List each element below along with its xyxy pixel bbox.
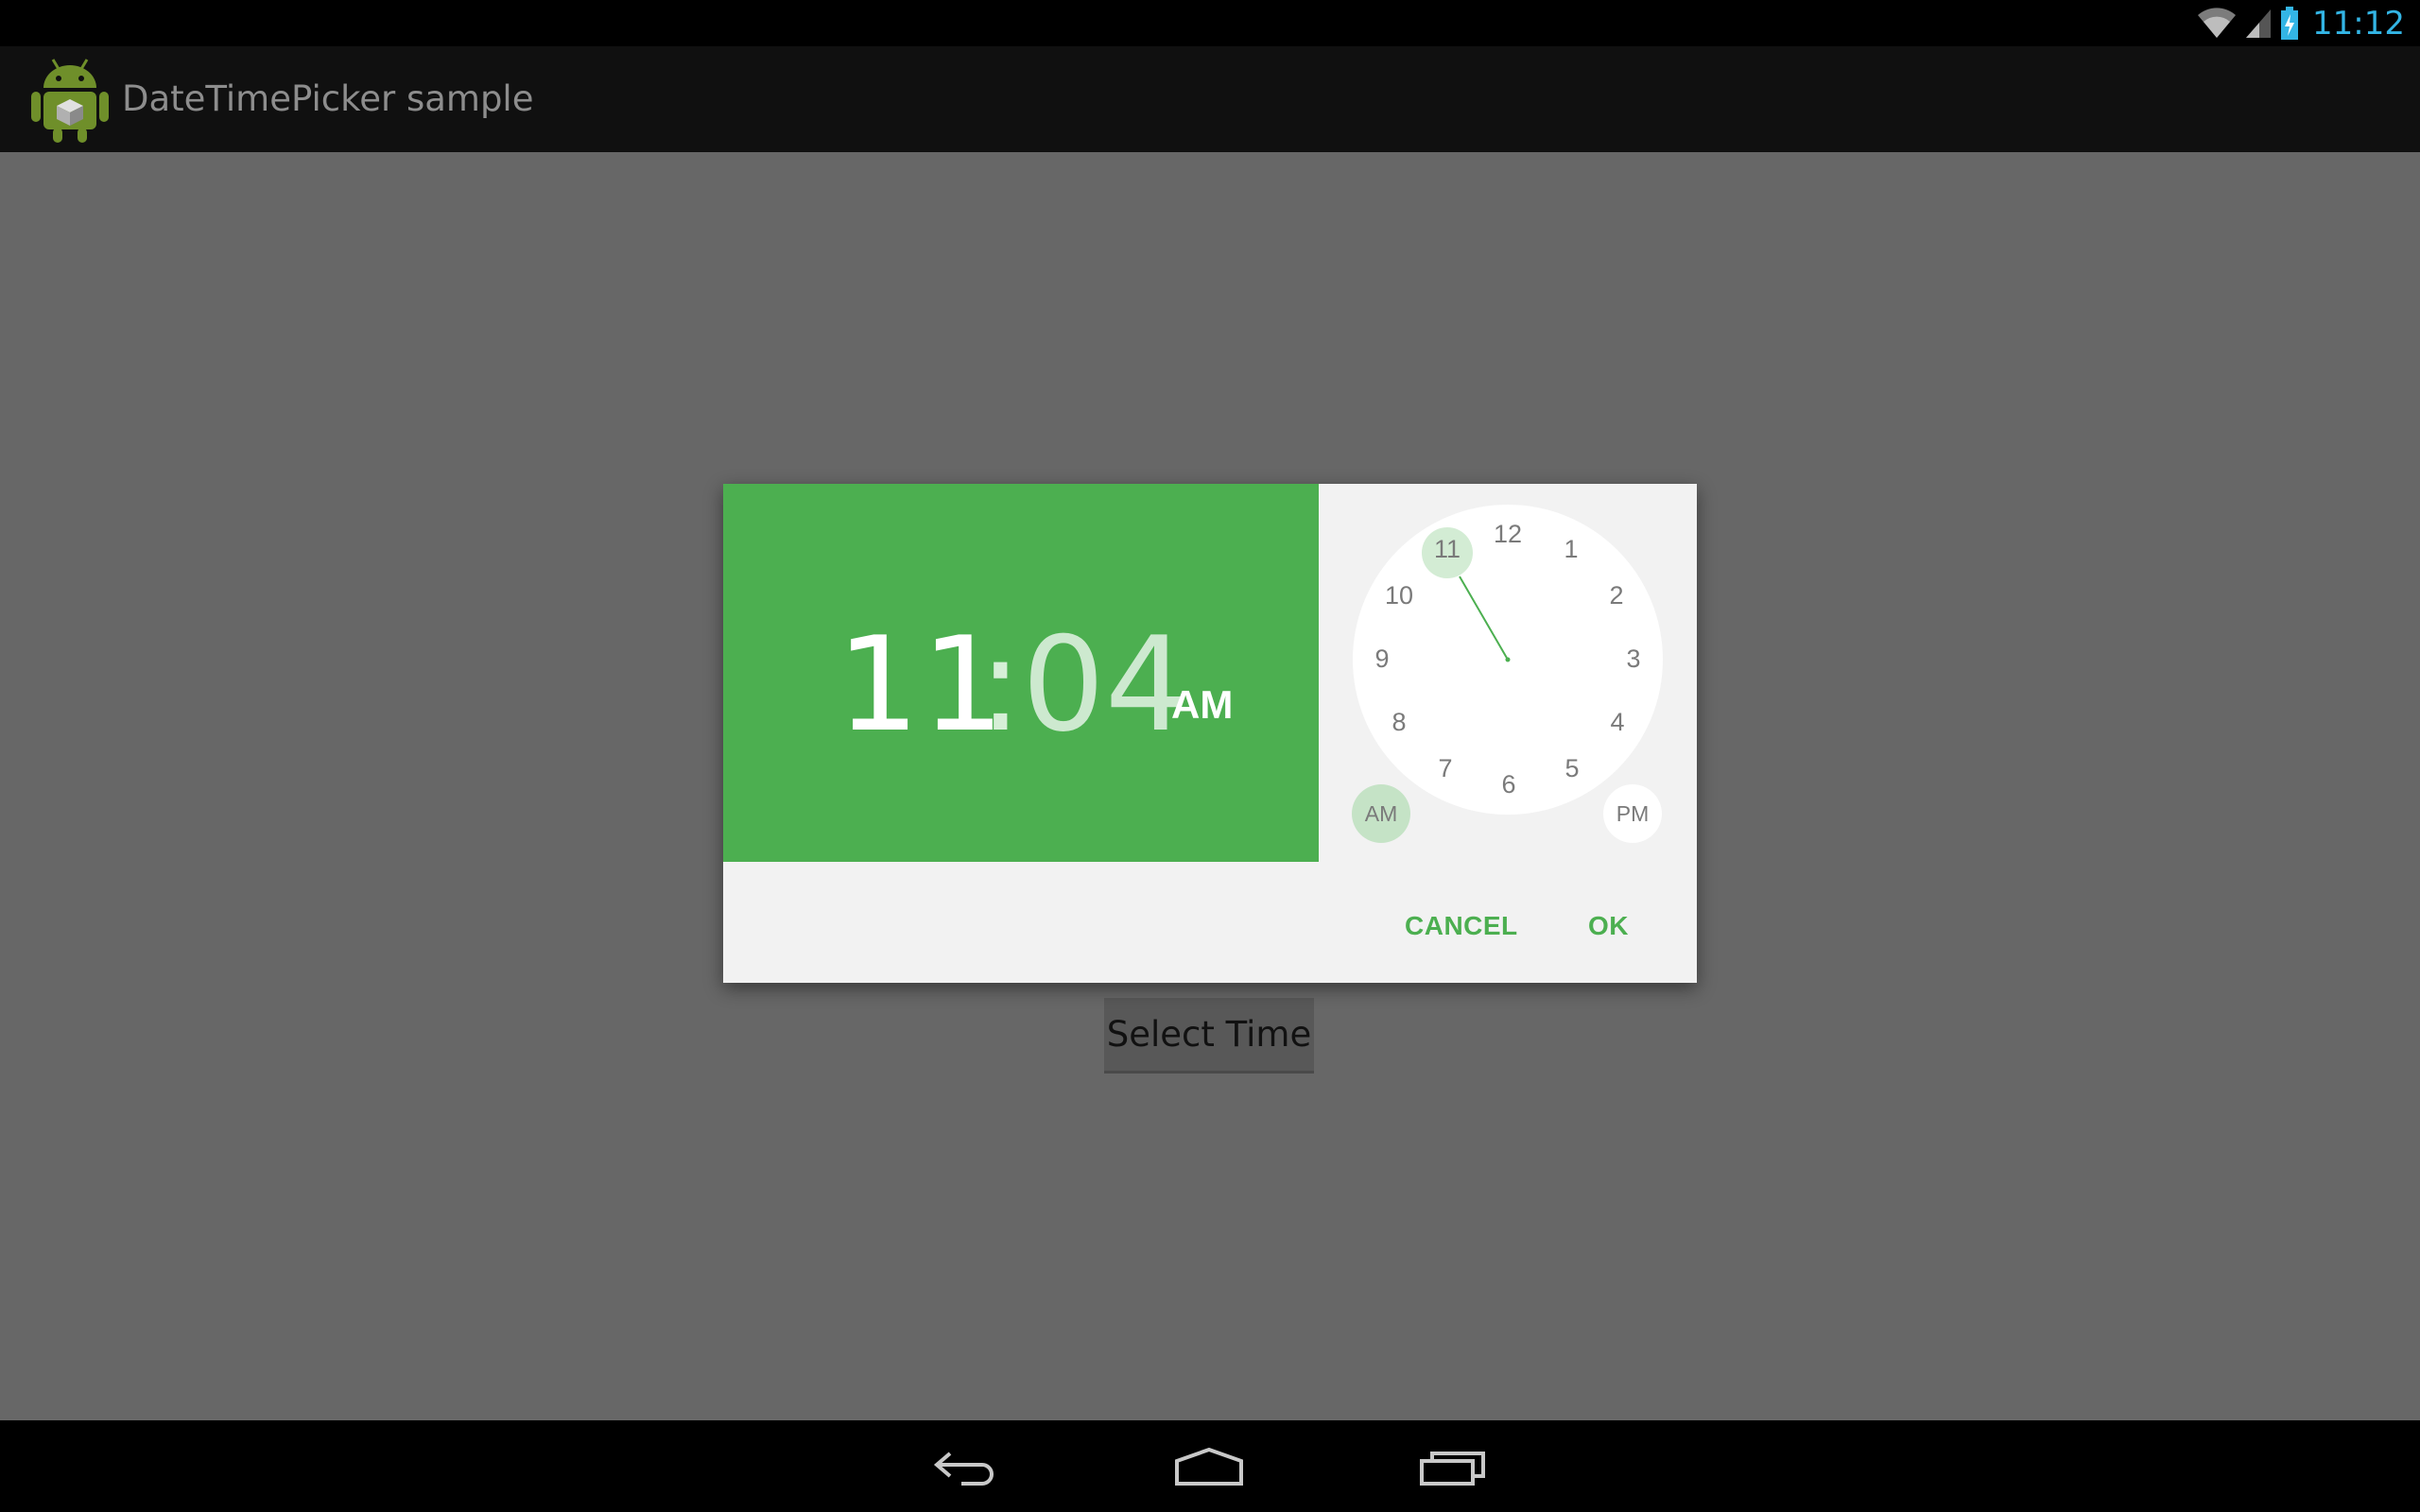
clock-number-5[interactable]: 5 (1544, 740, 1600, 797)
ampm-display[interactable]: AM (1171, 682, 1233, 728)
wifi-icon (2198, 7, 2237, 38)
status-icons: 11:12 (2197, 0, 2405, 46)
clock-number-2[interactable]: 2 (1588, 567, 1645, 624)
clock-number-12[interactable]: 12 (1479, 506, 1536, 562)
clock-number-3[interactable]: 3 (1605, 630, 1662, 687)
time-separator: : (978, 609, 1023, 761)
clock-number-8[interactable]: 8 (1371, 694, 1427, 750)
clock-number-9[interactable]: 9 (1354, 630, 1410, 687)
ok-button[interactable]: OK (1588, 911, 1629, 941)
cancel-button[interactable]: CANCEL (1405, 911, 1518, 941)
back-button[interactable] (926, 1420, 1008, 1512)
pm-button[interactable]: PM (1603, 784, 1662, 843)
android-app-icon[interactable] (28, 54, 112, 145)
home-icon (1175, 1447, 1243, 1486)
cell-signal-icon (2246, 9, 2272, 38)
back-icon (933, 1451, 994, 1486)
time-header: 11 : 04 AM (723, 484, 1319, 862)
battery-charging-icon (2281, 6, 2299, 40)
status-bar: 11:12 (0, 0, 2420, 46)
app-title: DateTimePicker sample (122, 78, 534, 119)
minute-display[interactable]: 04 (1022, 609, 1188, 761)
time-picker-dialog: 11 : 04 AM 12 1 2 3 4 5 6 7 8 9 10 11 AM… (723, 484, 1697, 983)
status-time: 11:12 (2312, 4, 2405, 43)
select-time-button[interactable]: Select Time (1104, 998, 1314, 1074)
clock-number-6[interactable]: 6 (1480, 756, 1537, 813)
action-bar: DateTimePicker sample (0, 46, 2420, 152)
am-button[interactable]: AM (1352, 784, 1410, 843)
home-button[interactable] (1168, 1420, 1250, 1512)
navigation-bar (0, 1420, 2420, 1512)
clock-face[interactable]: 12 1 2 3 4 5 6 7 8 9 10 11 (1353, 505, 1663, 815)
clock-number-11[interactable]: 11 (1419, 521, 1476, 577)
recents-icon (1420, 1451, 1485, 1486)
recents-button[interactable] (1412, 1420, 1494, 1512)
